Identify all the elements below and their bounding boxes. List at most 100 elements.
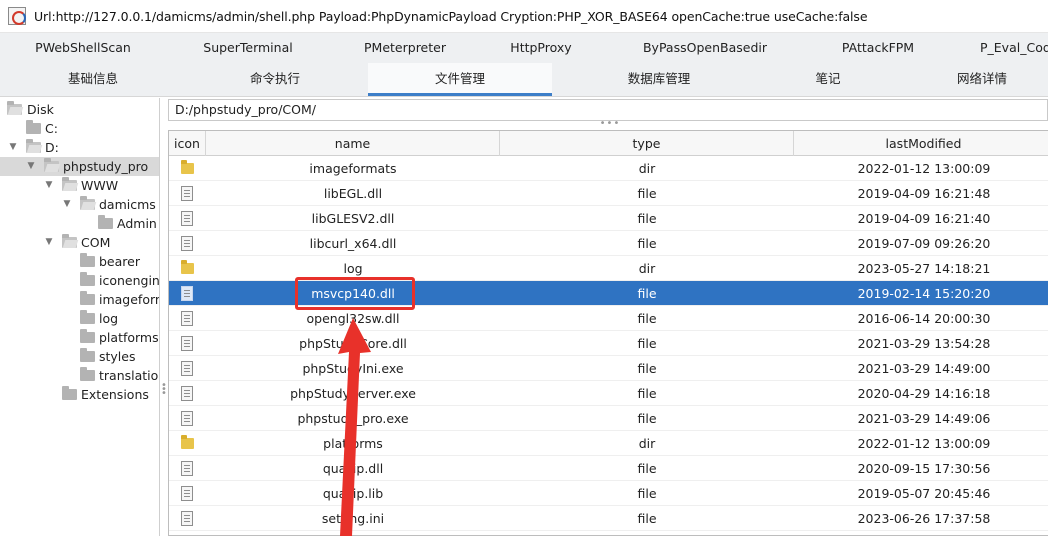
tab-bypassopenbasedir[interactable]: ByPassOpenBasedir xyxy=(630,33,780,63)
table-row[interactable]: libEGL.dll file 2019-04-09 16:21:48 xyxy=(169,181,1048,206)
file-name-cell: phpStudyServer.exe xyxy=(290,386,416,401)
table-row[interactable]: libGLESV2.dll file 2019-04-09 16:21:40 xyxy=(169,206,1048,231)
table-row[interactable]: platforms dir 2022-01-12 13:00:09 xyxy=(169,431,1048,456)
table-row[interactable]: libcurl_x64.dll file 2019-07-09 09:26:20 xyxy=(169,231,1048,256)
folder-icon xyxy=(80,253,95,267)
tab-notes[interactable]: 笔记 xyxy=(772,63,884,96)
folder-open-icon xyxy=(62,177,77,191)
expand-toggle-icon[interactable]: ▼ xyxy=(44,176,54,195)
tree-node-imageformats[interactable]: imageformats xyxy=(0,290,159,309)
table-row[interactable]: phpStudyServer.exe file 2020-04-29 14:16:1… xyxy=(169,381,1048,406)
folder-icon xyxy=(80,272,95,286)
folder-open-icon xyxy=(7,101,22,115)
folder-icon xyxy=(80,329,95,343)
last-modified-cell: 2019-04-09 16:21:40 xyxy=(857,211,991,226)
tab-httpproxy[interactable]: HttpProxy xyxy=(490,33,592,63)
folder-icon xyxy=(80,348,95,362)
table-row[interactable]: quazip.lib file 2019-05-07 20:45:46 xyxy=(169,481,1048,506)
folder-open-icon xyxy=(80,196,95,210)
tab-file-manager[interactable]: 文件管理 xyxy=(368,63,552,96)
file-icon xyxy=(181,336,193,351)
tree-node-com[interactable]: ▼ COM xyxy=(0,233,159,252)
tab-pattackfpm[interactable]: PAttackFPM xyxy=(820,33,936,63)
table-row[interactable]: quazip.dll file 2020-09-15 17:30:56 xyxy=(169,456,1048,481)
tree-node-disk[interactable]: Disk xyxy=(0,100,159,119)
expand-toggle-icon[interactable]: ▼ xyxy=(44,233,54,252)
tab-database-manager[interactable]: 数据库管理 xyxy=(584,63,734,96)
expand-toggle-icon[interactable]: ▼ xyxy=(26,157,36,176)
folder-icon xyxy=(181,160,194,174)
file-type-cell: file xyxy=(637,411,657,426)
tab-superterminal[interactable]: SuperTerminal xyxy=(180,33,316,63)
tree-node-platforms[interactable]: platforms xyxy=(0,328,159,347)
file-icon xyxy=(181,386,193,401)
column-header-type[interactable]: type xyxy=(500,131,794,156)
file-type-cell: dir xyxy=(638,261,656,276)
tab-network-details[interactable]: 网络详情 xyxy=(916,63,1048,96)
file-name-cell: platforms xyxy=(323,436,383,451)
table-row[interactable]: phpStudyCore.dll file 2021-03-29 13:54:28 xyxy=(169,331,1048,356)
file-name-cell: phpstudy_pro.exe xyxy=(297,411,409,426)
directory-tree: Disk C: ▼ D: ▼ phpstudy_pro ▼ WWW ▼ dami… xyxy=(0,98,160,536)
last-modified-cell: 2021-03-29 13:54:28 xyxy=(857,336,991,351)
tree-node-www[interactable]: ▼ WWW xyxy=(0,176,159,195)
last-modified-cell: 2023-05-27 14:18:21 xyxy=(857,261,991,276)
file-type-cell: file xyxy=(637,386,657,401)
file-icon xyxy=(181,486,193,501)
splitter-handle[interactable]: • • • xyxy=(161,381,167,400)
tab-basic-info[interactable]: 基础信息 xyxy=(18,63,168,96)
file-name-cell: imageformats xyxy=(309,161,397,176)
file-type-cell: dir xyxy=(638,436,656,451)
icon-cell xyxy=(169,381,206,406)
file-name-cell: libGLESV2.dll xyxy=(311,211,395,226)
file-table: icon name type lastModified imageformats… xyxy=(168,130,1048,536)
last-modified-cell: 2019-05-07 20:45:46 xyxy=(857,486,991,501)
file-icon xyxy=(181,511,193,526)
app-icon xyxy=(8,7,26,25)
icon-cell xyxy=(169,456,206,481)
column-header-name[interactable]: name xyxy=(206,131,500,156)
folder-icon xyxy=(26,120,41,134)
file-name-cell: phpStudyIni.exe xyxy=(302,361,404,376)
tree-node-phpstudy-pro[interactable]: ▼ phpstudy_pro xyxy=(0,157,159,176)
file-type-cell: file xyxy=(637,486,657,501)
file-type-cell: file xyxy=(637,511,657,526)
table-row[interactable]: setting.ini file 2023-06-26 17:37:58 xyxy=(169,506,1048,531)
icon-cell xyxy=(169,431,206,456)
tab-p-eval-code[interactable]: P_Eval_Code xyxy=(968,33,1048,63)
file-type-cell: file xyxy=(637,311,657,326)
icon-cell xyxy=(169,506,206,531)
tree-node-admin[interactable]: Admin xyxy=(0,214,159,233)
resize-handle[interactable]: ••• xyxy=(595,119,625,129)
expand-toggle-icon[interactable]: ▼ xyxy=(8,138,18,157)
file-type-cell: dir xyxy=(638,161,656,176)
tree-node-log[interactable]: log xyxy=(0,309,159,328)
tree-node-d-drive[interactable]: ▼ D: xyxy=(0,138,159,157)
icon-cell xyxy=(169,156,206,181)
tree-node-damicms[interactable]: ▼ damicms xyxy=(0,195,159,214)
file-name-cell: quazip.dll xyxy=(322,461,384,476)
tree-node-iconengines[interactable]: iconengines xyxy=(0,271,159,290)
file-icon xyxy=(181,211,193,226)
tree-node-bearer[interactable]: bearer xyxy=(0,252,159,271)
tree-node-translations[interactable]: translations xyxy=(0,366,159,385)
table-row[interactable]: phpstudy_pro.exe file 2021-03-29 14:49:06 xyxy=(169,406,1048,431)
plugin-tab-bar: PWebShellScan SuperTerminal PMeterpreter… xyxy=(0,33,1048,63)
expand-toggle-icon[interactable]: ▼ xyxy=(62,195,72,214)
tab-command-exec[interactable]: 命令执行 xyxy=(200,63,350,96)
column-header-lastmodified[interactable]: lastModified xyxy=(794,131,1048,156)
tree-node-c-drive[interactable]: C: xyxy=(0,119,159,138)
table-header: icon name type lastModified xyxy=(169,131,1048,156)
column-header-icon[interactable]: icon xyxy=(169,131,206,156)
tab-pmeterpreter[interactable]: PMeterpreter xyxy=(340,33,470,63)
file-icon xyxy=(181,461,193,476)
icon-cell xyxy=(169,256,206,281)
table-row[interactable]: imageformats dir 2022-01-12 13:00:09 xyxy=(169,156,1048,181)
file-name-cell: quazip.lib xyxy=(322,486,384,501)
folder-icon xyxy=(181,435,194,449)
file-type-cell: file xyxy=(637,361,657,376)
tab-pwebshellscan[interactable]: PWebShellScan xyxy=(18,33,148,63)
table-row[interactable]: phpStudyIni.exe file 2021-03-29 14:49:00 xyxy=(169,356,1048,381)
tree-node-extensions[interactable]: Extensions xyxy=(0,385,159,404)
tree-node-styles[interactable]: styles xyxy=(0,347,159,366)
